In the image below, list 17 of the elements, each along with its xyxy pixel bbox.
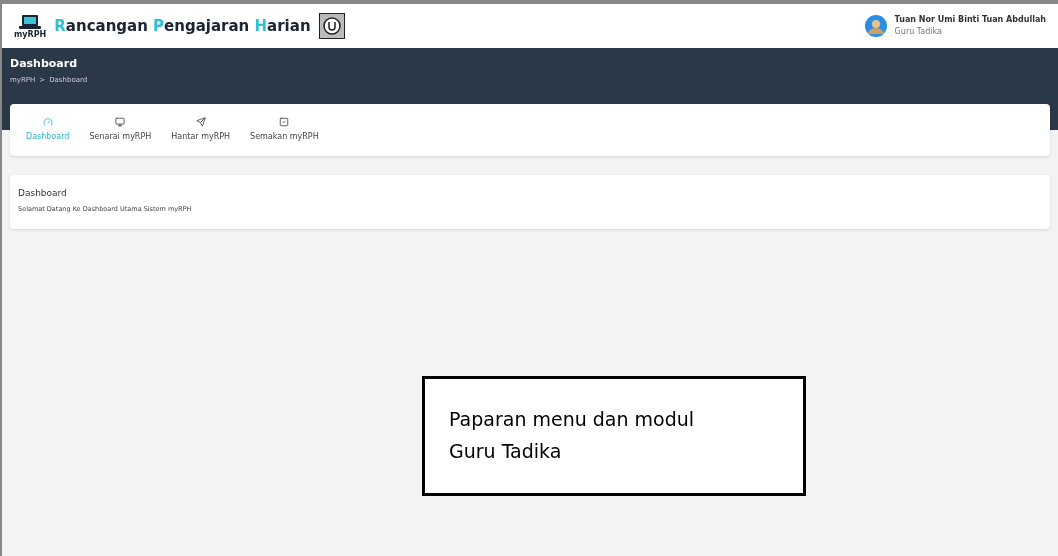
logo-caption: myRPH	[14, 29, 47, 39]
page-title: Dashboard	[10, 56, 79, 72]
user-role: Guru Tadika	[894, 26, 943, 38]
gauge-icon	[42, 117, 53, 127]
annotation-callout: Paparan menu dan modul Guru Tadika	[422, 376, 806, 496]
nav-tab[interactable]: Semakan myRPH	[242, 117, 327, 143]
app-title: Rancangan Pengajaran Harian	[54, 15, 311, 37]
nav-tab[interactable]: Senarai myRPH	[81, 117, 160, 143]
paper-plane-icon	[195, 117, 206, 127]
user-name: Tuan Nor Umi Binti Tuan Abdullah	[894, 14, 1046, 26]
nav-tab[interactable]: Hantar myRPH	[163, 117, 239, 143]
monitor-icon	[115, 117, 126, 127]
laptop-logo-icon	[19, 13, 42, 30]
checkbox-icon	[279, 117, 290, 127]
card-title: Dashboard	[18, 187, 68, 200]
emblem-icon	[318, 13, 345, 39]
avatar-icon	[864, 15, 887, 37]
